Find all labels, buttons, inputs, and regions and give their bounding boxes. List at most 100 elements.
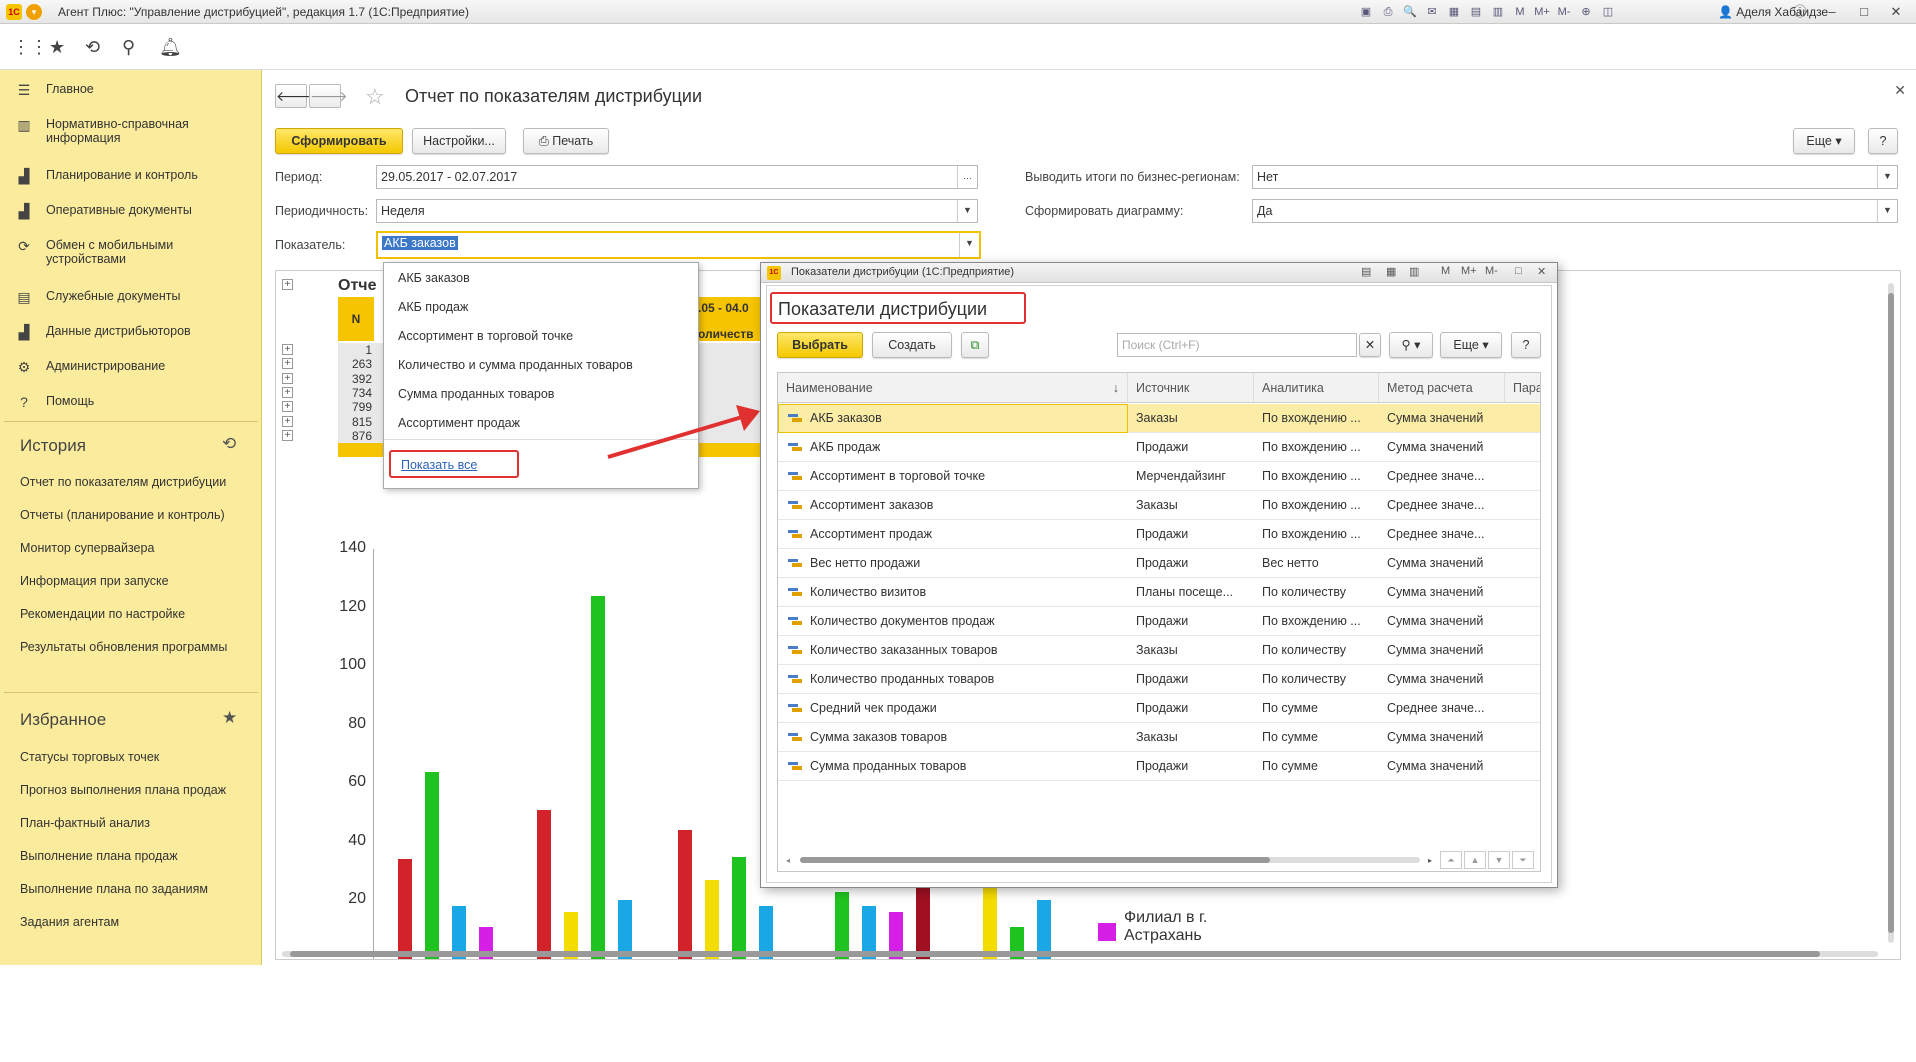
favorite-link[interactable]: Прогноз выполнения плана продаж xyxy=(20,783,226,797)
column-header-source[interactable]: Источник xyxy=(1128,373,1254,403)
history-link[interactable]: Отчеты (планирование и контроль) xyxy=(20,508,225,522)
table-row[interactable]: Количество визитов Планы посеще... По коли… xyxy=(778,578,1540,607)
sidebar-item-mobile-exchange[interactable]: ⟳ Обмен с мобильными устройствами xyxy=(16,238,256,266)
vscroll-thumb[interactable] xyxy=(1888,293,1894,933)
search-input[interactable]: Поиск (Ctrl+F) xyxy=(1117,333,1357,357)
search-icon[interactable]: ⚲ xyxy=(122,37,135,58)
history-link[interactable]: Результаты обновления программы xyxy=(20,640,227,654)
favorites-star-icon[interactable]: ★ xyxy=(222,708,237,728)
zoom-icon[interactable]: ⊕ xyxy=(1578,4,1594,20)
expand-row-icon[interactable]: + xyxy=(282,401,293,413)
create-button[interactable]: Создать xyxy=(872,332,952,358)
favorite-link[interactable]: Выполнение плана по заданиям xyxy=(20,882,208,896)
table-row[interactable]: Количество заказанных товаров Заказы По ко… xyxy=(778,636,1540,665)
expand-row-icon[interactable]: + xyxy=(282,344,293,355)
favorites-star-icon[interactable]: ★ xyxy=(49,37,65,58)
calendar-icon[interactable]: ▥ xyxy=(1409,265,1419,278)
dropdown-option[interactable]: Количество и сумма проданных товаров xyxy=(398,358,633,372)
favorite-link[interactable]: Статусы торговых точек xyxy=(20,750,159,764)
history-icon[interactable]: ⟲ xyxy=(85,37,100,58)
calc-icon[interactable]: ▦ xyxy=(1386,265,1396,278)
preview-icon[interactable]: 🔍 xyxy=(1402,4,1418,20)
memory-m-icon[interactable]: M xyxy=(1441,265,1450,277)
sidebar-item-service-docs[interactable]: ▤ Служебные документы xyxy=(16,289,256,306)
close-window-icon[interactable]: ✕ xyxy=(1882,2,1910,22)
help-button[interactable]: ? xyxy=(1868,128,1898,154)
main-menu-icon[interactable]: ▾ xyxy=(26,4,42,20)
close-modal-icon[interactable]: ✕ xyxy=(1537,265,1546,278)
help-button[interactable]: ? xyxy=(1511,332,1541,358)
favorite-link[interactable]: Выполнение плана продаж xyxy=(20,849,178,863)
chevron-down-icon[interactable]: ▼ xyxy=(959,233,979,257)
show-all-link[interactable]: Показать все xyxy=(401,458,477,472)
sidebar-item-reference[interactable]: ▥ Нормативно-справочная информация xyxy=(16,117,256,145)
table-row[interactable]: АКБ продаж Продажи По вхождению ... Сумма з… xyxy=(778,433,1540,462)
hscroll-thumb[interactable] xyxy=(290,951,1820,957)
next-row-icon[interactable]: ▼ xyxy=(1488,851,1510,869)
copy-icon[interactable]: ⧉ xyxy=(961,332,989,358)
expand-row-icon[interactable]: + xyxy=(282,372,293,384)
save-icon[interactable]: ▣ xyxy=(1358,4,1374,20)
select-button[interactable]: Выбрать xyxy=(777,332,863,358)
print-button[interactable]: ⎙ Печать xyxy=(523,128,609,154)
info-icon[interactable]: ⓘ xyxy=(1786,2,1814,22)
table-row[interactable]: Средний чек продажи Продажи По сумме Средне… xyxy=(778,694,1540,723)
scroll-right-icon[interactable]: ▸ xyxy=(1428,856,1432,865)
table-row[interactable]: Сумма проданных товаров Продажи По сумме Су… xyxy=(778,752,1540,781)
calc-icon[interactable]: ▤ xyxy=(1468,4,1484,20)
column-header-analytics[interactable]: Аналитика xyxy=(1254,373,1379,403)
memory-minus-icon[interactable]: M- xyxy=(1485,265,1498,277)
dropdown-option[interactable]: Сумма проданных товаров xyxy=(398,387,554,401)
dropdown-option[interactable]: АКБ продаж xyxy=(398,300,468,314)
table-row[interactable]: Вес нетто продажи Продажи Вес нетто Сумма з… xyxy=(778,549,1540,578)
report-vscroll[interactable] xyxy=(1888,283,1894,943)
sidebar-item-main[interactable]: ☰ Главное xyxy=(16,82,256,99)
chevron-down-icon[interactable]: ▼ xyxy=(1877,200,1897,222)
table-row[interactable]: Ассортимент в торговой точке Мерчендайзин… xyxy=(778,462,1540,491)
history-link[interactable]: Рекомендации по настройке xyxy=(20,607,185,621)
favorite-link[interactable]: План-фактный анализ xyxy=(20,816,150,830)
diagram-select[interactable]: Да ▼ xyxy=(1252,199,1898,223)
memory-m-icon[interactable]: M xyxy=(1512,4,1528,20)
panels-icon[interactable]: ◫ xyxy=(1600,4,1616,20)
calendar-icon[interactable]: ▥ xyxy=(1490,4,1506,20)
periodicity-select[interactable]: Неделя ▼ xyxy=(376,199,978,223)
doc-icon[interactable]: ▤ xyxy=(1361,265,1371,278)
expand-row-icon[interactable]: + xyxy=(282,386,293,398)
expand-all-icon[interactable]: + xyxy=(282,279,293,290)
more-button[interactable]: Еще ▾ xyxy=(1793,128,1855,154)
report-hscroll[interactable] xyxy=(282,951,1878,957)
expand-row-icon[interactable]: + xyxy=(282,415,293,427)
dropdown-option[interactable]: Ассортимент продаж xyxy=(398,416,520,430)
settings-button[interactable]: Настройки... xyxy=(412,128,506,154)
expand-row-icon[interactable]: + xyxy=(282,429,293,441)
first-row-icon[interactable]: ⏶ xyxy=(1440,851,1462,869)
dropdown-option[interactable]: Ассортимент в торговой точке xyxy=(398,329,573,343)
maximize-icon[interactable]: □ xyxy=(1850,2,1878,22)
sidebar-item-help[interactable]: ? Помощь xyxy=(16,394,256,410)
back-button[interactable]: 🡐 xyxy=(275,84,314,108)
sidebar-item-operative[interactable]: ▟ Оперативные документы xyxy=(16,203,256,220)
notifications-bell-icon[interactable]: 🔔︎ xyxy=(159,37,182,58)
scroll-left-icon[interactable]: ◂ xyxy=(786,856,790,865)
totals-select[interactable]: Нет ▼ xyxy=(1252,165,1898,189)
history-link[interactable]: Монитор супервайзера xyxy=(20,541,154,555)
favorite-link[interactable]: Задания агентам xyxy=(20,915,119,929)
chevron-down-icon[interactable]: ▼ xyxy=(957,200,977,222)
maximize-icon[interactable]: □ xyxy=(1515,265,1522,277)
memory-minus-icon[interactable]: M- xyxy=(1556,4,1572,20)
prev-row-icon[interactable]: ▲ xyxy=(1464,851,1486,869)
memory-plus-icon[interactable]: M+ xyxy=(1461,265,1477,277)
history-link[interactable]: Информация при запуске xyxy=(20,574,169,588)
table-row[interactable]: Количество документов продаж Продажи По вх… xyxy=(778,607,1540,636)
column-header-params[interactable]: Пара xyxy=(1505,373,1540,403)
table-row[interactable]: Ассортимент продаж Продажи По вхождению ..… xyxy=(778,520,1540,549)
period-field[interactable]: 29.05.2017 - 02.07.2017… xyxy=(376,165,978,189)
table-row[interactable]: Ассортимент заказов Заказы По вхождению ..… xyxy=(778,491,1540,520)
table-row[interactable]: Сумма заказов товаров Заказы По сумме Сумма… xyxy=(778,723,1540,752)
dropdown-option[interactable]: АКБ заказов xyxy=(398,271,470,285)
close-form-icon[interactable]: ✕ xyxy=(1894,82,1906,99)
history-icon[interactable]: ⟲ xyxy=(222,434,236,454)
print-icon[interactable]: ⎙ xyxy=(1380,4,1396,20)
minimize-icon[interactable]: – xyxy=(1818,2,1846,22)
